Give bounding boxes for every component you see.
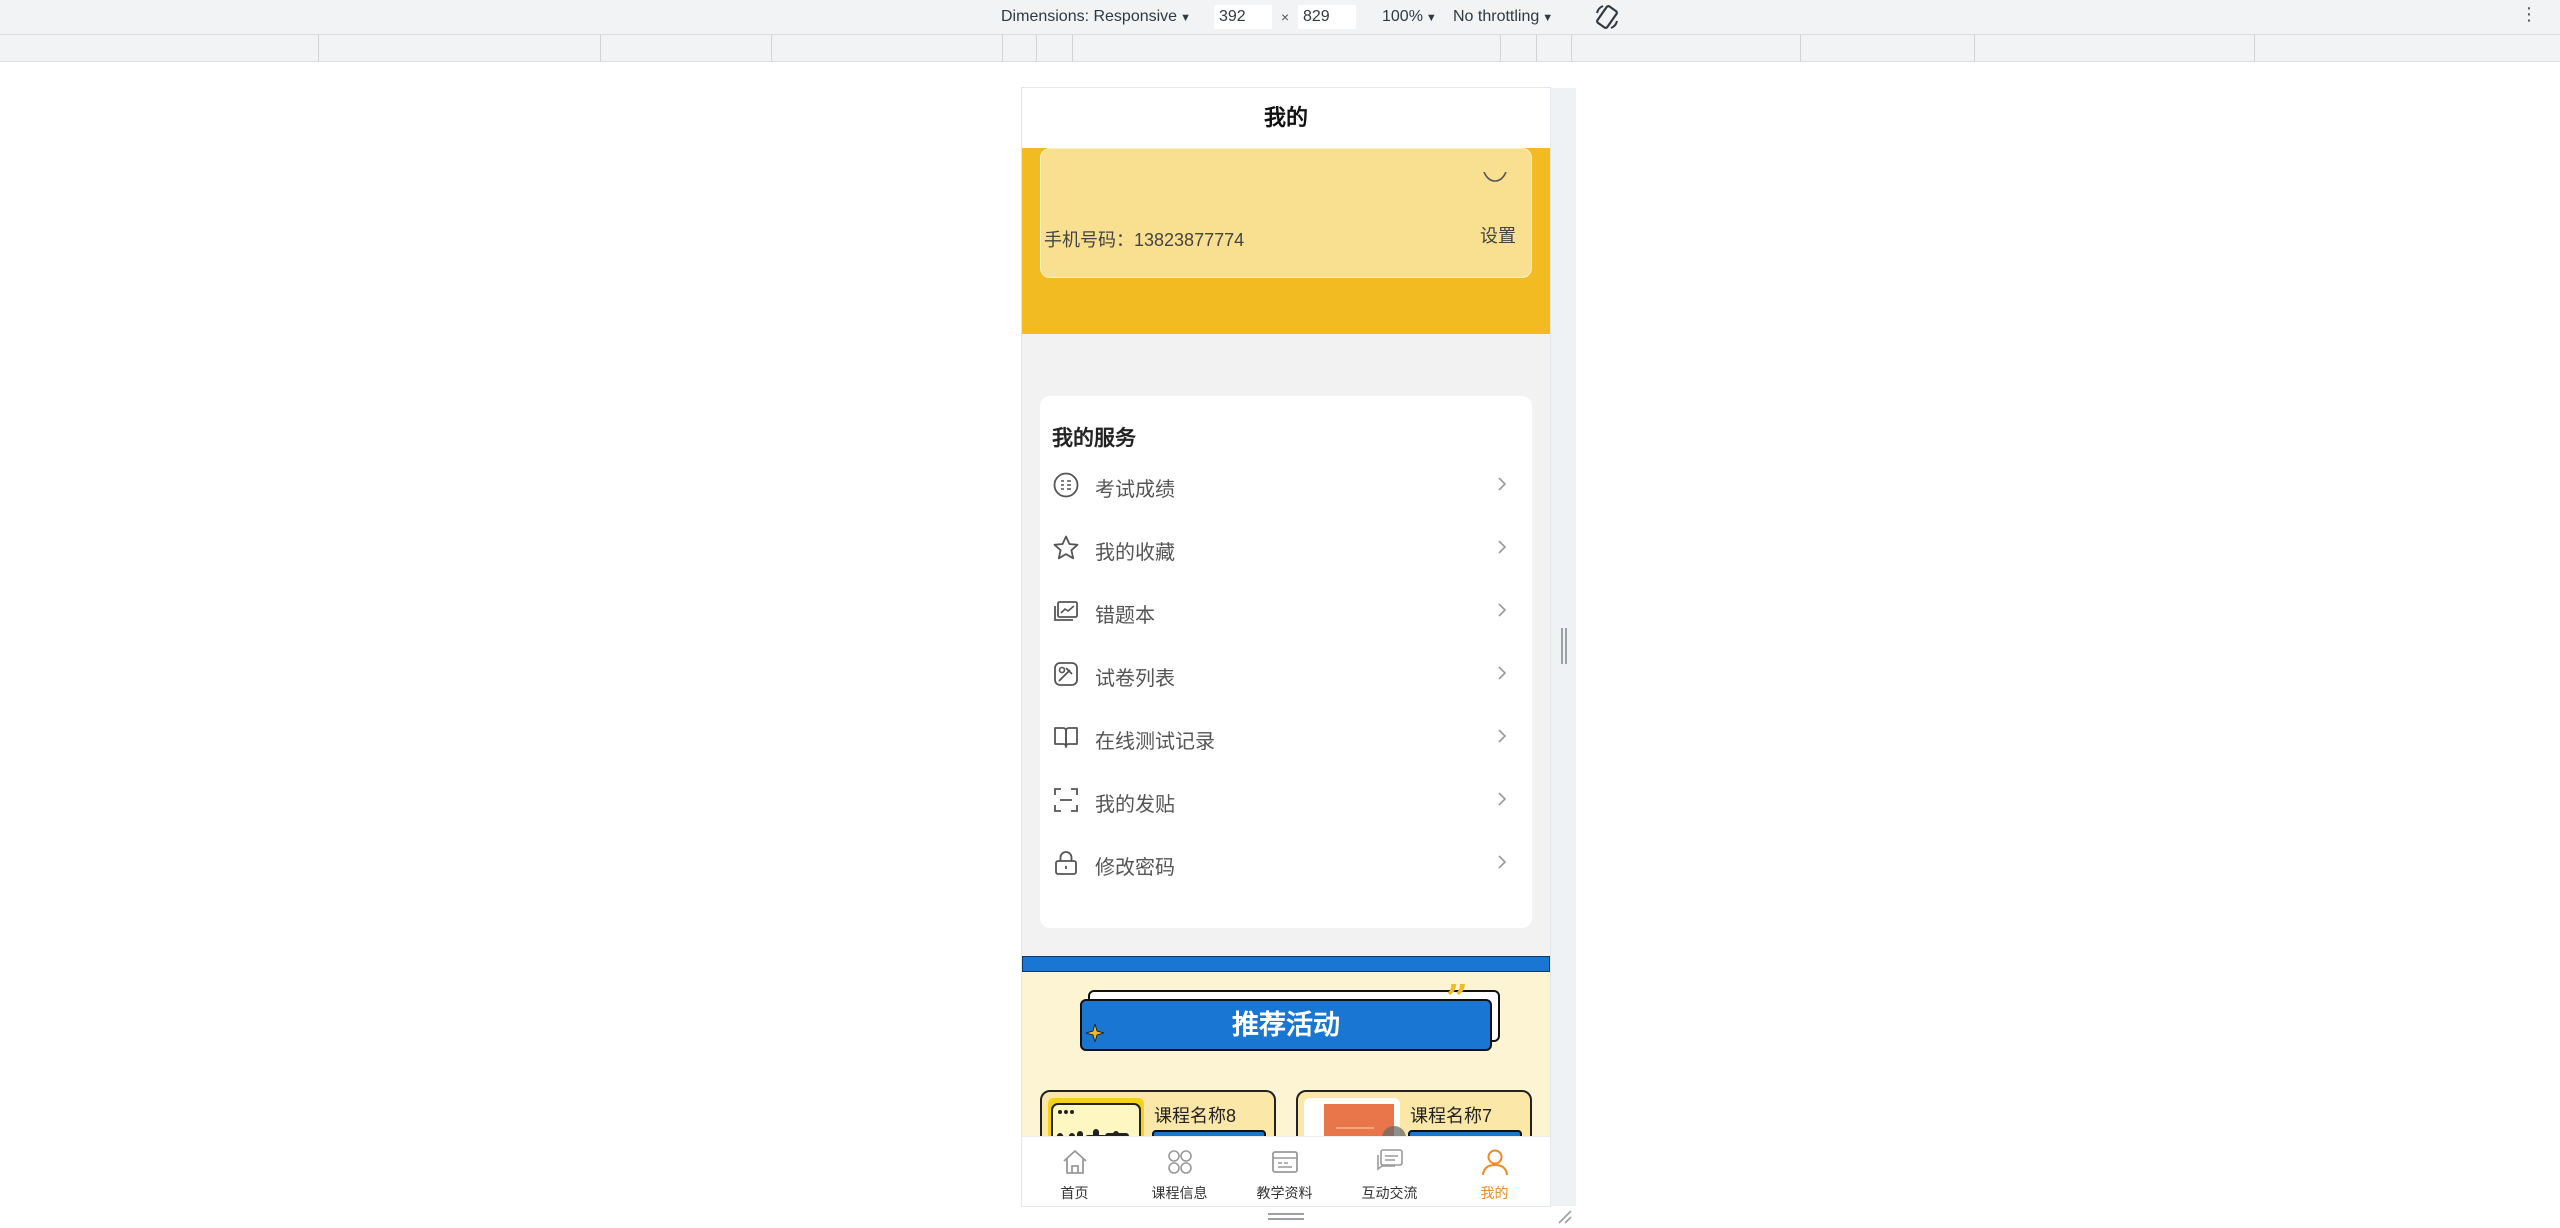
- course-name: 课程名称8: [1154, 1106, 1237, 1126]
- tab-teaching-materials[interactable]: 教学资料: [1232, 1137, 1337, 1206]
- scan-frame-icon: [1054, 788, 1078, 812]
- tab-label: 首页: [1060, 1185, 1089, 1201]
- course-name: 课程名称7: [1410, 1106, 1493, 1126]
- service-label: 试卷列表: [1095, 668, 1175, 690]
- tab-home[interactable]: 首页: [1022, 1137, 1127, 1206]
- throttle-dropdown[interactable]: No throttling ▼: [1453, 8, 1553, 26]
- more-menu-icon[interactable]: ⋮: [2520, 4, 2538, 25]
- section-divider: [1022, 956, 1550, 972]
- dimensions-dropdown[interactable]: Dimensions: Responsive ▼: [1001, 8, 1191, 26]
- chevron-right-icon: [1498, 666, 1507, 680]
- tab-course-info[interactable]: 课程信息: [1127, 1137, 1232, 1206]
- services-title: 我的服务: [1052, 427, 1136, 450]
- tab-mine[interactable]: 我的: [1442, 1137, 1547, 1206]
- lock-icon: [1055, 851, 1077, 875]
- promo-title: 推荐活动: [1080, 999, 1492, 1051]
- service-label: 错题本: [1095, 605, 1155, 627]
- service-label: 我的收藏: [1095, 542, 1175, 564]
- chat-icon: [1377, 1149, 1403, 1171]
- chevron-right-icon: [1498, 540, 1507, 554]
- phone-viewport: 我的 手机号码：13823877774 设置 我的服务 考试成绩 我的收藏 错题…: [1022, 88, 1550, 1206]
- service-item-paper-list[interactable]: 试卷列表: [1040, 640, 1532, 703]
- resize-handle-bottom[interactable]: [1268, 1213, 1304, 1220]
- chart-book-icon: [1054, 601, 1078, 621]
- media-query-ruler[interactable]: [0, 35, 2560, 62]
- chevron-right-icon: [1498, 792, 1507, 806]
- service-item-mistake-book[interactable]: 错题本: [1040, 577, 1532, 640]
- width-input[interactable]: [1214, 5, 1272, 29]
- service-label: 修改密码: [1095, 857, 1175, 879]
- chevron-down-icon: ▼: [1542, 12, 1554, 24]
- service-item-change-password[interactable]: 修改密码: [1040, 829, 1532, 892]
- open-book-icon: [1054, 727, 1078, 748]
- profile-banner: 手机号码：13823877774 设置: [1022, 148, 1550, 334]
- chevron-down-icon: ▼: [1425, 12, 1437, 24]
- calendar-board-icon: [1272, 1151, 1298, 1173]
- page-title: 我的: [1022, 88, 1550, 148]
- chevron-right-icon: [1498, 477, 1507, 491]
- service-label: 在线测试记录: [1095, 731, 1215, 753]
- user-icon: [1482, 1149, 1508, 1176]
- service-label: 考试成绩: [1095, 479, 1175, 501]
- times-sign: ×: [1281, 9, 1290, 25]
- zoom-label: 100%: [1382, 8, 1423, 25]
- tab-label: 教学资料: [1256, 1185, 1313, 1201]
- throttle-label: No throttling: [1453, 8, 1540, 25]
- sparkle-icon: [1086, 1024, 1104, 1042]
- tab-interaction[interactable]: 互动交流: [1337, 1137, 1442, 1206]
- star-icon: [1053, 535, 1079, 560]
- paper-list-icon: [1054, 662, 1078, 686]
- tab-label: 互动交流: [1361, 1185, 1418, 1201]
- service-label: 我的发贴: [1095, 794, 1175, 816]
- gear-icon[interactable]: [1482, 172, 1508, 182]
- tab-label: 课程信息: [1151, 1185, 1208, 1201]
- chevron-right-icon: [1498, 603, 1507, 617]
- resize-handle-right[interactable]: [1561, 628, 1567, 664]
- chevron-right-icon: [1498, 855, 1507, 869]
- score-icon: [1053, 472, 1079, 498]
- my-services-card: 我的服务 考试成绩 我的收藏 错题本 试卷列表 在线测试记录 我的发贴 修改密码: [1040, 396, 1532, 928]
- dimensions-label: Dimensions: Responsive: [1001, 8, 1178, 25]
- zoom-dropdown[interactable]: 100% ▼: [1382, 8, 1437, 26]
- resize-handle-corner[interactable]: [1556, 1208, 1572, 1224]
- chevron-right-icon: [1498, 729, 1507, 743]
- service-item-online-test-records[interactable]: 在线测试记录: [1040, 703, 1532, 766]
- chevron-down-icon: ▼: [1180, 12, 1191, 24]
- service-item-exam-score[interactable]: 考试成绩: [1040, 451, 1532, 514]
- home-icon: [1063, 1150, 1087, 1174]
- phone-number: 手机号码：13823877774: [1044, 230, 1245, 250]
- profile-card: [1040, 148, 1532, 278]
- service-item-favorites[interactable]: 我的收藏: [1040, 514, 1532, 577]
- bottom-tabbar: 首页 课程信息 教学资料 互动交流 我的: [1022, 1136, 1550, 1206]
- tab-label: 我的: [1480, 1185, 1509, 1201]
- rotate-icon[interactable]: [1594, 3, 1620, 31]
- grid-flower-icon: [1168, 1150, 1192, 1174]
- service-item-my-posts[interactable]: 我的发贴: [1040, 766, 1532, 829]
- settings-button[interactable]: 设置: [1480, 222, 1516, 248]
- devtools-toolbar: Dimensions: Responsive▼ × 100%▼ No throt…: [0, 0, 2560, 35]
- quote-mark-icon: ”: [1446, 976, 1468, 1021]
- height-input[interactable]: [1298, 5, 1356, 29]
